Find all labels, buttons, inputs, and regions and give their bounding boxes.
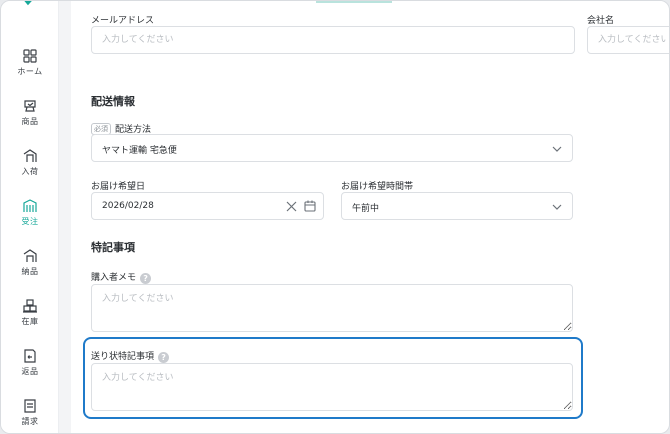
delivery-time-label: お届け希望時間帯 [341,182,414,192]
product-box-icon [24,100,36,112]
delivery-time-value: 午前中 [352,204,380,214]
sidebar-item-orders[interactable]: 受注 [1,199,59,245]
sidebar-item-label: 受注 [21,217,39,226]
sidebar-item-home[interactable]: ホーム [1,49,59,95]
sidebar-item-label: 入荷 [21,167,39,176]
help-icon[interactable]: ? [140,273,152,284]
company-label: 会社名 [587,16,615,26]
email-input[interactable] [91,26,575,54]
delivery-icon [23,249,37,262]
grid-icon [23,49,37,63]
sidebar-item-label: 請求 [21,417,39,426]
sidebar-item-label: 在庫 [21,317,39,326]
shipping-section-title: 配送情報 [91,95,135,108]
order-form: メールアドレス 会社名 配送情報 必須配送方法 ヤマト運輸 宅急便 お届け希望日… [71,1,669,433]
logo-check-icon [24,1,32,6]
email-label: メールアドレス [91,16,155,26]
sidebar-item-stock[interactable]: 在庫 [1,299,59,345]
sidebar: ホーム 商品 入荷 受注 納品 在庫 返品 請求 [1,1,59,433]
delivery-date-picker[interactable]: 2026/02/28 [91,192,324,220]
chevron-down-icon [552,146,562,152]
sidebar-item-inbound[interactable]: 入荷 [1,149,59,195]
notes-section-title: 特記事項 [91,241,135,254]
order-icon [23,199,37,212]
shipping-method-select[interactable]: ヤマト運輸 宅急便 [91,134,573,162]
company-input[interactable] [587,26,669,54]
delivery-date-value: 2026/02/28 [102,201,154,211]
stock-icon [23,299,37,313]
scroll-indicator [316,1,392,3]
calendar-icon[interactable] [304,200,316,212]
sidebar-item-products[interactable]: 商品 [1,99,59,145]
sidebar-item-billing[interactable]: 請求 [1,399,59,433]
focus-highlight [83,337,583,419]
delivery-time-select[interactable]: 午前中 [341,192,573,220]
buyer-memo-label-row: 購入者メモ? [91,270,152,284]
shipping-method-value: ヤマト運輸 宅急便 [102,146,177,156]
delivery-date-label: お届け希望日 [91,182,146,192]
inbound-icon [23,149,37,162]
invoice-icon [24,399,36,413]
chevron-down-icon [552,204,562,210]
sidebar-item-label: ホーム [17,67,43,76]
app-window: ホーム 商品 入荷 受注 納品 在庫 返品 請求 メールアドレス 入力してくださ… [0,0,670,434]
sidebar-item-label: 商品 [21,117,39,126]
sidebar-item-label: 納品 [21,267,39,276]
sidebar-item-returns[interactable]: 返品 [1,349,59,395]
sidebar-item-label: 返品 [21,367,39,376]
buyer-memo-label: 購入者メモ [91,273,137,283]
buyer-memo-textarea[interactable] [91,284,573,332]
return-icon [24,349,36,363]
sidebar-item-delivery[interactable]: 納品 [1,249,59,295]
clear-icon[interactable] [286,201,297,212]
